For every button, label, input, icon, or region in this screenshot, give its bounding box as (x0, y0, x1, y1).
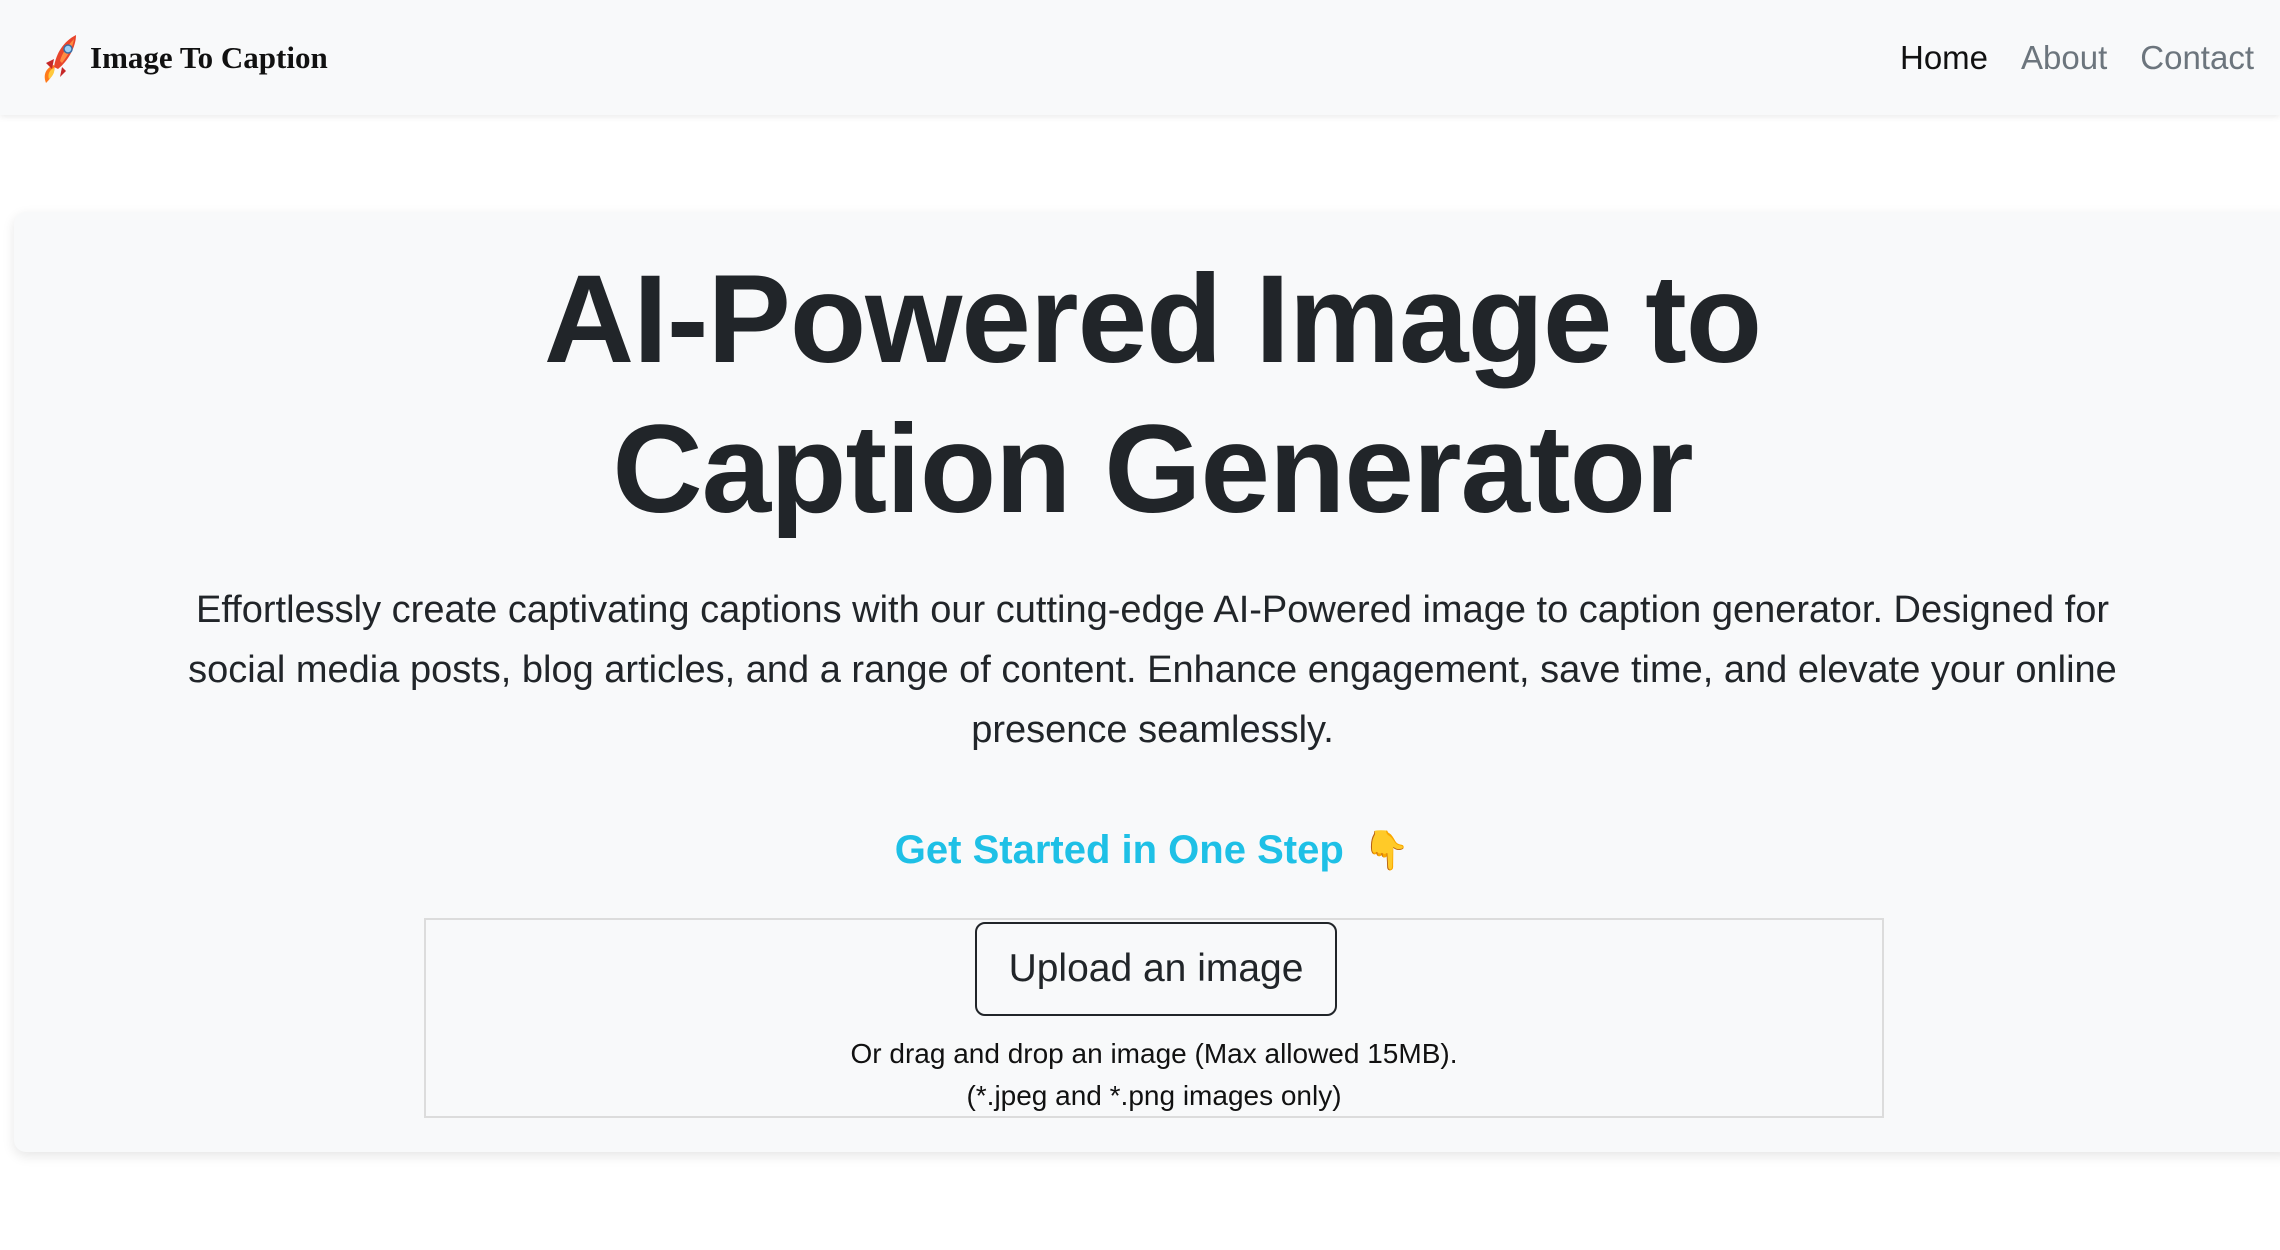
top-navbar: Image To Caption Home About Contact (0, 0, 2280, 115)
upload-dropzone[interactable]: Upload an image Or drag and drop an imag… (424, 918, 1884, 1118)
nav-links: Home About Contact (1900, 39, 2254, 77)
rocket-icon (44, 34, 76, 83)
nav-link-about[interactable]: About (2021, 39, 2107, 77)
hero-description: Effortlessly create captivating captions… (188, 589, 2117, 751)
upload-image-button[interactable]: Upload an image (975, 922, 1337, 1016)
hero-title: AI-Powered Image to Caption Generator (0, 245, 2280, 545)
hero-title-line1: AI-Powered Image to (543, 250, 1762, 389)
brand-name: Image To Caption (90, 39, 328, 75)
get-started-heading: Get Started in One Step 👇 (0, 828, 2280, 873)
hero-title-line2: Caption Generator (612, 400, 1693, 539)
brand-link[interactable]: Image To Caption (40, 29, 328, 87)
upload-hint-formats: (*.jpeg and *.png images only) (966, 1080, 1342, 1111)
nav-link-home[interactable]: Home (1900, 39, 1988, 77)
upload-hint-size: Or drag and drop an image (Max allowed 1… (850, 1038, 1458, 1069)
get-started-text: Get Started in One Step (894, 828, 1344, 872)
nav-link-contact[interactable]: Contact (2140, 39, 2254, 77)
pointing-down-icon: 👇 (1362, 830, 1411, 872)
